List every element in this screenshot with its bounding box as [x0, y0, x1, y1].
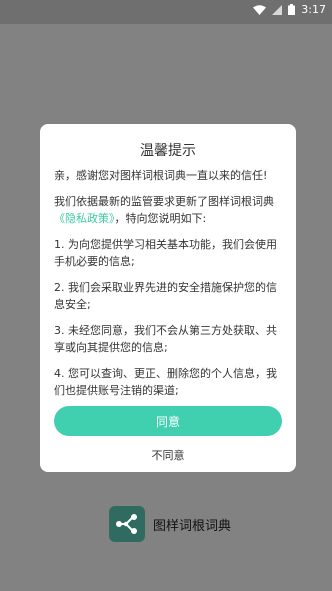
greeting-text: 亲，感谢您对图样词根词典一直以来的信任! — [54, 169, 268, 182]
clock: 3:17 — [301, 3, 326, 16]
intro-text: 我们依据最新的监管要求更新了图样词根词典《隐私政策》，特向您说明如下: — [54, 193, 284, 227]
battery-icon — [288, 4, 296, 15]
policy-item-3: 3. 未经您同意，我们不会从第三方处获取、共享或向其提供您的信息; — [54, 324, 277, 354]
intro-suffix: ，特向您说明如下: — [114, 212, 207, 225]
app-name: 图样词根词典 — [153, 518, 232, 534]
status-icons: 3:17 — [253, 3, 326, 16]
agree-button[interactable]: 同意 — [54, 406, 282, 436]
intro-prefix: 我们依据最新的监管要求更新了图样词根词典 — [54, 195, 274, 208]
app-logo-icon — [109, 506, 145, 542]
dialog-title: 温馨提示 — [140, 143, 196, 159]
privacy-dialog: 温馨提示 亲，感谢您对图样词根词典一直以来的信任! 我们依据最新的监管要求更新了… — [40, 124, 296, 472]
policy-item-1: 1. 为向您提供学习相关基本功能，我们会使用手机必要的信息; — [54, 238, 277, 268]
dialog-content: 亲，感谢您对图样词根词典一直以来的信任! 我们依据最新的监管要求更新了图样词根词… — [54, 167, 284, 408]
privacy-policy-link[interactable]: 《隐私政策》 — [54, 212, 115, 225]
status-bar: 3:17 — [0, 0, 332, 24]
policy-item-2: 2. 我们会采取业界先进的安全措施保护您的信息安全; — [54, 281, 277, 311]
wifi-icon — [253, 4, 267, 15]
app-brand: 图样词根词典 — [109, 506, 231, 542]
signal-icon — [272, 4, 283, 15]
disagree-button[interactable]: 不同意 — [40, 447, 296, 463]
policy-item-4: 4. 您可以查询、更正、删除您的个人信息，我们也提供账号注销的渠道; — [54, 367, 277, 397]
